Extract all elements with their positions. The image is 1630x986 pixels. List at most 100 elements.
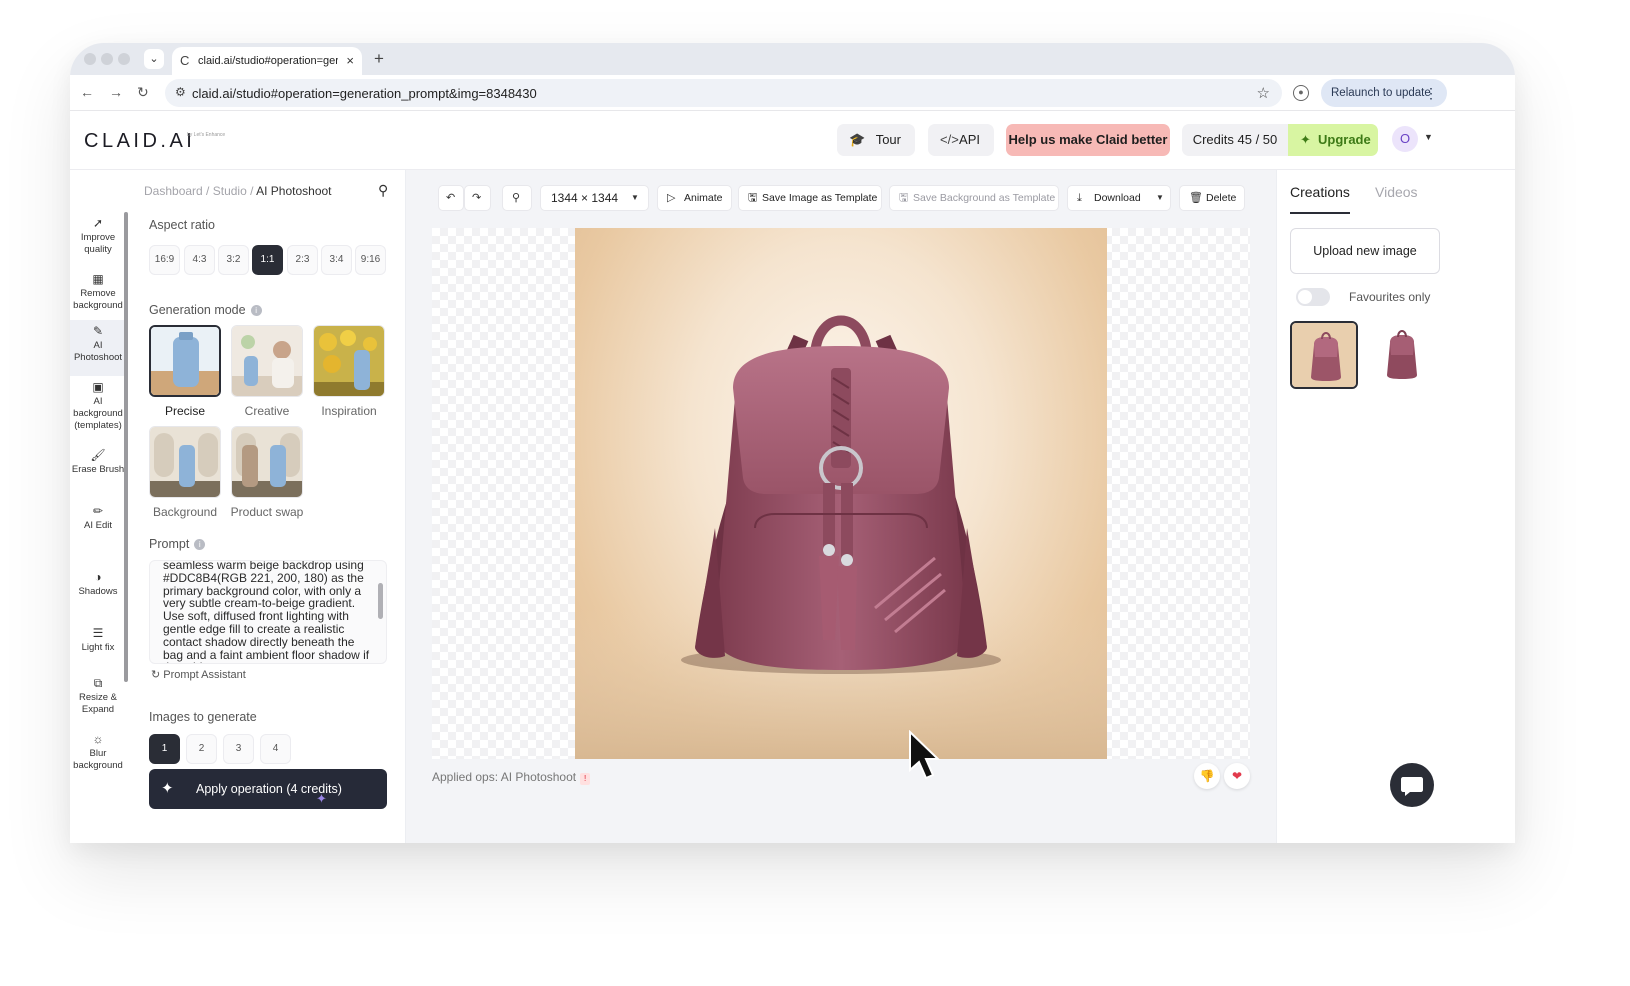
rail-item-blur-background[interactable]: ☼ Blur background <box>70 728 126 776</box>
image-count-option-selected[interactable]: 1 <box>149 734 180 764</box>
applied-ops-label: Applied ops: AI Photoshoot <box>432 770 577 784</box>
mode-background-thumbnail[interactable] <box>149 426 221 498</box>
app-header: CLAID.AI by Let's Enhance 🎓 Tour </> API… <box>70 112 1515 170</box>
aspect-ratio-option-selected[interactable]: 1:1 <box>252 245 283 275</box>
rail-scrollbar[interactable] <box>124 212 128 682</box>
save-background-button[interactable]: 🖫 Save Background as Template <box>889 185 1059 211</box>
rail-item-ai-photoshoot[interactable]: ✎ AI Photoshoot <box>70 320 126 376</box>
prompt-textarea[interactable]: seamless warm beige backdrop using #DDC8… <box>149 560 387 664</box>
rail-item-light-fix[interactable]: ☰ Light fix <box>70 622 126 660</box>
rail-item-shadows[interactable]: ◑ Shadows <box>70 566 126 604</box>
minimize-window-dot[interactable] <box>101 53 113 65</box>
upgrade-button[interactable]: ✦ Upgrade <box>1288 124 1378 156</box>
star-icon[interactable]: ☆ <box>1257 84 1270 102</box>
prompt-text[interactable]: seamless warm beige backdrop using #DDC8… <box>163 561 373 663</box>
mode-label-background[interactable]: Background <box>145 505 225 519</box>
search-icon[interactable]: ⚲ <box>378 182 388 199</box>
info-icon[interactable]: i <box>250 305 262 316</box>
download-button[interactable]: ⤓ Download ▼ <box>1067 185 1171 211</box>
mode-creative-thumbnail[interactable] <box>231 325 303 397</box>
tab-search-icon[interactable]: ⌄ <box>144 49 164 69</box>
back-arrow-icon[interactable]: ← <box>80 84 94 100</box>
zoom-button[interactable]: ⚲ <box>502 185 532 211</box>
aspect-ratio-option[interactable]: 16:9 <box>149 245 180 275</box>
menu-dots-icon[interactable]: ⋮ <box>1424 79 1438 107</box>
aspect-ratio-option[interactable]: 3:4 <box>321 245 352 275</box>
chevron-down-icon: ▼ <box>631 193 639 202</box>
aspect-ratio-option[interactable]: 3:2 <box>218 245 249 275</box>
settings-panel: Dashboard / Studio / AI Photoshoot ⚲ Asp… <box>130 170 406 843</box>
image-count-option[interactable]: 3 <box>223 734 254 764</box>
tab-creations[interactable]: Creations <box>1290 184 1350 200</box>
prompt-assistant-link[interactable]: ↻ Prompt Assistant <box>151 668 246 681</box>
product-photo[interactable] <box>575 228 1107 759</box>
thumbs-down-button[interactable]: 👎 <box>1194 763 1220 789</box>
aspect-ratio-option[interactable]: 9:16 <box>355 245 386 275</box>
mode-product-swap-thumbnail[interactable] <box>231 426 303 498</box>
chevron-down-icon[interactable]: ▼ <box>1156 186 1164 210</box>
new-tab-icon[interactable]: + <box>374 49 384 69</box>
url-field[interactable]: ⚙ claid.ai/studio#operation=generation_p… <box>165 79 1282 107</box>
breadcrumb-studio[interactable]: Studio <box>213 184 247 198</box>
animate-button[interactable]: ▷ Animate <box>657 185 732 211</box>
generation-mode-title: Generation mode i <box>149 303 262 317</box>
close-window-dot[interactable] <box>84 53 96 65</box>
site-info-icon[interactable]: ⚙ <box>175 85 186 99</box>
creations-panel: Creations Videos Upload new image Favour… <box>1276 170 1515 843</box>
reload-icon[interactable]: ↻ <box>137 84 149 101</box>
upload-new-image-button[interactable]: Upload new image <box>1290 228 1440 274</box>
mode-label-inspiration[interactable]: Inspiration <box>309 404 389 418</box>
mode-precise-thumbnail[interactable] <box>149 325 221 397</box>
browser-tab[interactable]: C claid.ai/studio#operation=ger × <box>172 47 362 75</box>
creation-thumbnail[interactable] <box>1368 321 1436 389</box>
info-badge-icon[interactable]: ! <box>580 773 591 785</box>
url-text[interactable]: claid.ai/studio#operation=generation_pro… <box>192 86 537 101</box>
api-button[interactable]: </> API <box>928 124 994 156</box>
favourites-toggle[interactable] <box>1296 288 1330 306</box>
save-template-button[interactable]: 🖫 Save Image as Template <box>738 185 882 211</box>
mode-label-precise[interactable]: Precise <box>145 404 225 418</box>
redo-icon: ↷ <box>472 192 482 204</box>
feedback-button[interactable]: Help us make Claid better <box>1006 124 1170 156</box>
image-count-option[interactable]: 2 <box>186 734 217 764</box>
favourite-button[interactable]: ❤ <box>1224 763 1250 789</box>
chat-support-button[interactable] <box>1390 763 1434 807</box>
rail-item-ai-edit[interactable]: ✏ AI Edit <box>70 500 126 540</box>
sliders-icon: ☰ <box>92 626 104 640</box>
chevron-down-icon[interactable]: ▼ <box>1424 132 1433 142</box>
tab-videos[interactable]: Videos <box>1375 184 1418 200</box>
save-icon: 🖫 <box>748 192 758 204</box>
rail-item-erase-brush[interactable]: 🖌 Erase Brush <box>70 444 126 482</box>
info-icon[interactable]: i <box>194 539 206 550</box>
rail-item-ai-background[interactable]: ▣ AI background (templates) <box>70 376 126 436</box>
delete-button[interactable]: 🗑 Delete <box>1179 185 1245 211</box>
checker-icon: ▦ <box>92 272 104 286</box>
creation-thumbnail-selected[interactable] <box>1290 321 1358 389</box>
mode-label-creative[interactable]: Creative <box>227 404 307 418</box>
relaunch-button[interactable]: Relaunch to update ⋮ <box>1321 79 1447 107</box>
rail-item-improve-quality[interactable]: ➚ Improve quality <box>70 212 126 260</box>
breadcrumb-dashboard[interactable]: Dashboard <box>144 184 203 198</box>
rail-item-remove-background[interactable]: ▦ Remove background <box>70 268 126 316</box>
maximize-window-dot[interactable] <box>118 53 130 65</box>
close-tab-icon[interactable]: × <box>346 53 354 68</box>
redo-button[interactable]: ↷ <box>464 185 491 211</box>
apply-operation-button[interactable]: ✦ Apply operation (4 credits) ✦ <box>149 769 387 809</box>
tour-button[interactable]: 🎓 Tour <box>837 124 915 156</box>
mode-inspiration-thumbnail[interactable] <box>313 325 385 397</box>
undo-button[interactable]: ↶ <box>438 185 464 211</box>
claid-logo[interactable]: CLAID.AI <box>84 130 195 153</box>
aspect-ratio-option[interactable]: 4:3 <box>184 245 215 275</box>
image-canvas[interactable] <box>432 228 1250 759</box>
aspect-ratio-option[interactable]: 2:3 <box>287 245 318 275</box>
prompt-scrollbar[interactable] <box>378 583 383 619</box>
forward-arrow-icon[interactable]: → <box>109 84 123 100</box>
size-select[interactable]: 1344 × 1344 ▼ <box>540 185 649 211</box>
mode-label-product-swap[interactable]: Product swap <box>227 505 307 519</box>
profile-icon[interactable]: ● <box>1293 85 1309 101</box>
sparkle-icon: ✦ <box>316 791 327 806</box>
image-count-option[interactable]: 4 <box>260 734 291 764</box>
rail-item-resize-expand[interactable]: ⧉ Resize & Expand <box>70 672 126 720</box>
avatar[interactable]: O <box>1392 126 1418 152</box>
background-preview-image <box>150 427 220 497</box>
